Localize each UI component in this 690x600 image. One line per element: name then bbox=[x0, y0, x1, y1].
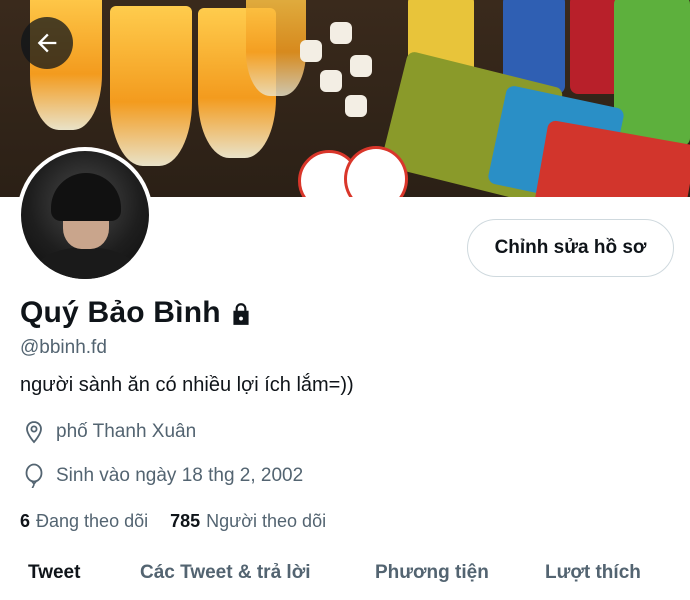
following-count: 6 bbox=[20, 511, 31, 531]
tab-tweets[interactable]: Tweet bbox=[28, 562, 80, 584]
banner-dessert-cup bbox=[110, 6, 192, 166]
banner-marshmallow bbox=[300, 40, 322, 62]
profile-location: phố Thanh Xuân bbox=[22, 420, 196, 444]
birthday-text: Sinh vào ngày 18 thg 2, 2002 bbox=[56, 465, 304, 486]
profile-handle: @bbinh.fd bbox=[20, 337, 107, 358]
edit-profile-button[interactable]: Chỉnh sửa hồ sơ bbox=[467, 219, 674, 277]
banner-marshmallow bbox=[330, 22, 352, 44]
following-link[interactable]: 6 Đang theo dõi bbox=[20, 511, 148, 532]
profile-birthday: Sinh vào ngày 18 thg 2, 2002 bbox=[22, 463, 303, 489]
profile-bio: người sành ăn có nhiều lợi ích lắm=)) bbox=[20, 374, 354, 396]
avatar-body bbox=[31, 247, 141, 279]
profile-tabs: Tweet Các Tweet & trả lời Phương tiện Lư… bbox=[0, 556, 690, 596]
profile-avatar[interactable] bbox=[17, 147, 153, 283]
follow-stats: 6 Đang theo dõi 785 Người theo dõi bbox=[20, 511, 348, 532]
followers-label: Người theo dõi bbox=[206, 511, 327, 531]
back-button[interactable] bbox=[21, 17, 73, 69]
arrow-left-icon bbox=[37, 33, 57, 53]
banner-marshmallow bbox=[345, 95, 367, 117]
tab-media[interactable]: Phương tiện bbox=[375, 562, 489, 584]
banner-snack-can bbox=[614, 0, 690, 146]
profile-name: Quý Bảo Bình bbox=[20, 296, 221, 329]
balloon-icon bbox=[25, 463, 43, 489]
profile-name-row: Quý Bảo Bình bbox=[20, 296, 254, 330]
following-label: Đang theo dõi bbox=[36, 511, 149, 531]
avatar-hair bbox=[51, 173, 121, 221]
tab-likes[interactable]: Lượt thích bbox=[545, 562, 641, 584]
tab-tweets-and-replies[interactable]: Các Tweet & trả lời bbox=[140, 562, 310, 584]
banner-marshmallow bbox=[320, 70, 342, 92]
banner-marshmallow bbox=[350, 55, 372, 77]
followers-link[interactable]: 785 Người theo dõi bbox=[170, 511, 326, 532]
followers-count: 785 bbox=[170, 511, 201, 531]
lock-icon bbox=[233, 303, 249, 325]
banner-dessert-cup bbox=[246, 0, 306, 96]
location-pin-icon bbox=[26, 421, 42, 444]
location-text: phố Thanh Xuân bbox=[56, 421, 197, 442]
